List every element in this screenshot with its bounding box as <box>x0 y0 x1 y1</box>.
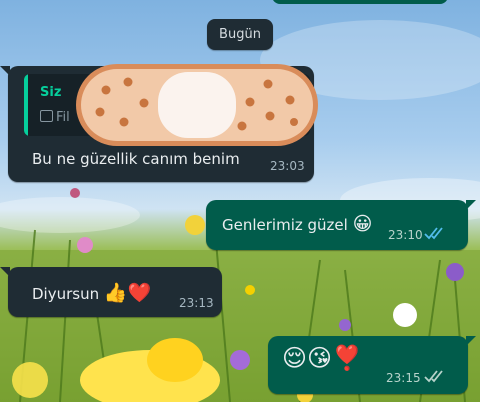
reply-preview: Fil <box>40 110 70 125</box>
delivered-double-check-icon <box>424 370 443 383</box>
previous-message-bubble-edge <box>272 0 448 4</box>
image-icon <box>40 110 53 122</box>
message-time: 23:15 <box>386 371 421 385</box>
message-time: 23:03 <box>270 159 305 173</box>
incoming-message-bubble[interactable]: Diyursun 👍❤️ 23:13 <box>0 267 222 317</box>
emoji-message: 😌😘❣️ <box>282 344 362 372</box>
reply-sender: Siz <box>40 85 62 100</box>
bandage-sticker <box>76 64 318 146</box>
outgoing-message-bubble[interactable]: Genlerimiz güzel 😀 23:10 <box>206 200 476 250</box>
outgoing-message-bubble[interactable]: 😌😘❣️ 23:15 <box>268 336 476 394</box>
thumbs-up-heart-emoji: 👍❤️ <box>103 282 152 304</box>
read-double-check-icon <box>424 227 443 240</box>
message-time: 23:13 <box>179 296 214 310</box>
message-text: Genlerimiz güzel 😀 <box>222 213 373 235</box>
reply-preview-text: Fil <box>56 110 70 125</box>
grinning-face-emoji: 😀 <box>352 213 373 235</box>
reply-accent-bar <box>24 74 28 136</box>
message-text: Diyursun 👍❤️ <box>32 282 152 304</box>
message-text: Bu ne güzellik canım benim <box>32 150 240 168</box>
date-separator-chip: Bugün <box>207 19 273 50</box>
message-time: 23:10 <box>388 228 423 242</box>
